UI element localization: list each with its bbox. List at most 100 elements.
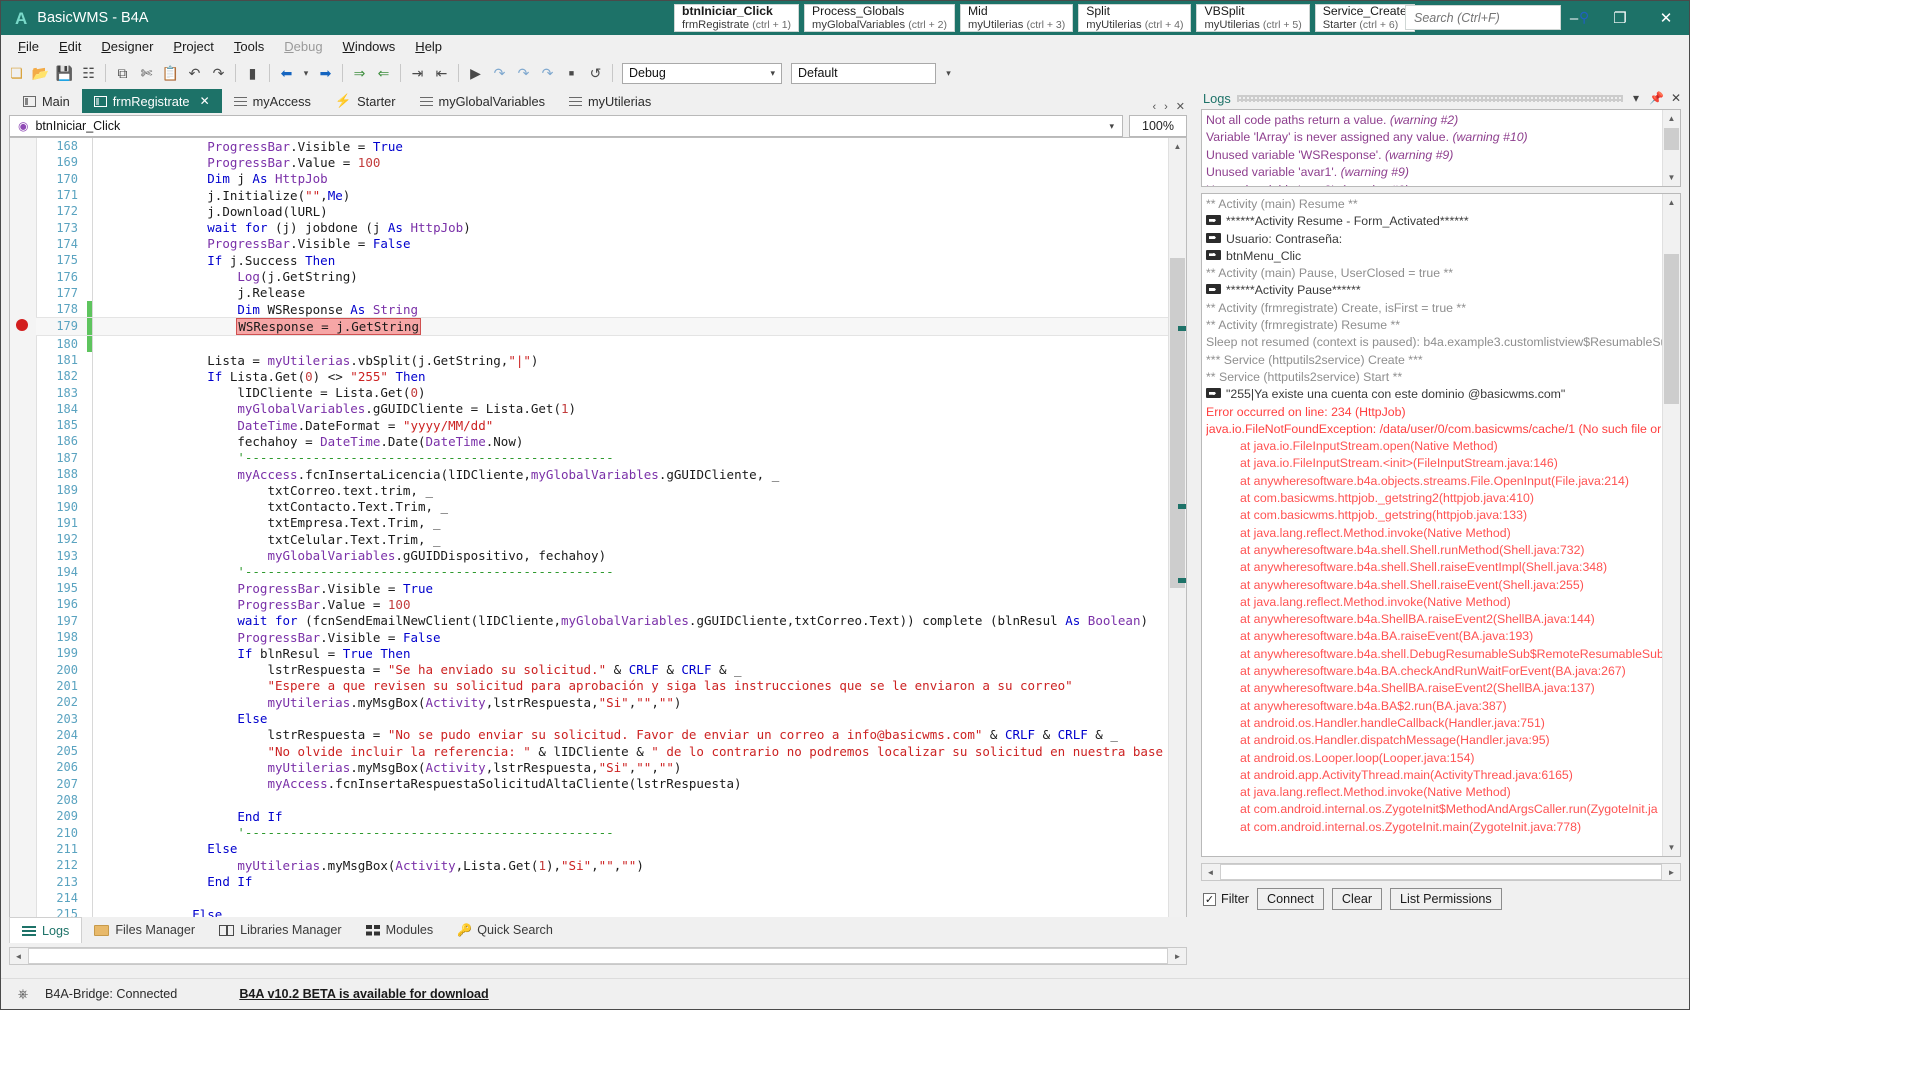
code-line[interactable]: 173wait for (j) jobdone (j As HttpJob) [36, 219, 1168, 235]
code-line[interactable]: 198ProgressBar.Visible = False [36, 629, 1168, 645]
code-line[interactable]: 186fechahoy = DateTime.Date(DateTime.Now… [36, 433, 1168, 449]
menu-project[interactable]: Project [164, 37, 222, 56]
chevron-down-icon[interactable]: ▾ [767, 68, 778, 79]
paste-icon[interactable]: 📋 [159, 62, 182, 85]
new-file-icon[interactable]: ❏ [5, 62, 28, 85]
toolbar-overflow-icon[interactable]: ▾ [937, 62, 960, 85]
code-line[interactable]: 203Else [36, 710, 1168, 726]
log-entry[interactable]: ** Service (httputils2service) Start ** [1206, 369, 1662, 386]
log-entry[interactable]: Sleep not resumed (context is paused): b… [1206, 334, 1662, 351]
code-line[interactable]: 179WSResponse = j.GetString [36, 317, 1168, 335]
log-entry[interactable]: java.io.FileNotFoundException: /data/use… [1206, 421, 1662, 438]
log-entry[interactable]: at android.os.Handler.dispatchMessage(Ha… [1206, 732, 1662, 749]
code-line[interactable]: 172j.Download(lURL) [36, 203, 1168, 219]
log-entry[interactable]: at anywheresoftware.b4a.shell.DebugResum… [1206, 646, 1662, 663]
window-tab-process-globals[interactable]: Process_GlobalsmyGlobalVariables (ctrl +… [804, 4, 955, 32]
code-line[interactable]: 185DateTime.DateFormat = "yyyy/MM/dd" [36, 417, 1168, 433]
log-entry[interactable]: at com.basicwms.httpjob._getstring(httpj… [1206, 507, 1662, 524]
bottom-tab-logs[interactable]: Logs [9, 917, 82, 943]
log-entry[interactable]: at anywheresoftware.b4a.objects.streams.… [1206, 473, 1662, 490]
log-entry[interactable]: Usuario: Contraseña: [1206, 231, 1662, 248]
warning-entry[interactable]: Not all code paths return a value. (warn… [1206, 112, 1662, 129]
window-tab-split[interactable]: SplitmyUtilerias (ctrl + 4) [1078, 4, 1191, 32]
bottom-tab-files-manager[interactable]: Files Manager [82, 917, 207, 943]
log-entry[interactable]: ******Activity Pause****** [1206, 282, 1662, 299]
scroll-left-button[interactable]: ◄ [10, 948, 27, 964]
warnings-box[interactable]: Not all code paths return a value. (warn… [1201, 109, 1681, 187]
scroll-down-button[interactable]: ▼ [1663, 169, 1680, 186]
scroll-down-button[interactable]: ▼ [1663, 839, 1680, 856]
list-permissions-button[interactable]: List Permissions [1390, 888, 1502, 910]
menu-help[interactable]: Help [406, 37, 451, 56]
editor-vertical-scrollbar[interactable]: ▲ ▼ [1168, 138, 1186, 938]
log-entry[interactable]: ** Activity (main) Resume ** [1206, 196, 1662, 213]
close-window-button[interactable]: ✕ [1643, 1, 1689, 35]
chevron-down-icon[interactable]: ▾ [1101, 121, 1122, 132]
file-tab-main[interactable]: Main [11, 89, 82, 113]
warning-entry[interactable]: Variable 'lArray' is never assigned any … [1206, 129, 1662, 146]
code-line[interactable]: 170Dim j As HttpJob [36, 171, 1168, 187]
code-editor[interactable]: 168ProgressBar.Visible = True169Progress… [9, 137, 1187, 939]
warning-entry[interactable]: Unused variable 'WSResponse'. (warning #… [1206, 147, 1662, 164]
code-line[interactable]: 182If Lista.Get(0) <> "255" Then [36, 368, 1168, 384]
uncomment-block-icon[interactable]: ⇤ [430, 62, 453, 85]
file-tab-starter[interactable]: ⚡Starter [323, 89, 408, 113]
code-line[interactable]: 195ProgressBar.Visible = True [36, 580, 1168, 596]
scroll-right-button[interactable]: ► [1169, 948, 1186, 964]
code-line[interactable]: 204lstrRespuesta = "No se pudo enviar su… [36, 727, 1168, 743]
code-line[interactable]: 199If blnResul = True Then [36, 645, 1168, 661]
menu-windows[interactable]: Windows [334, 37, 405, 56]
indent-block-icon[interactable]: ⇒ [348, 62, 371, 85]
log-entry[interactable]: "255|Ya existe una cuenta con este domin… [1206, 386, 1662, 403]
warnings-scroll-thumb[interactable] [1664, 128, 1679, 150]
log-entry[interactable]: ** Activity (main) Pause, UserClosed = t… [1206, 265, 1662, 282]
close-tab-icon[interactable]: ✕ [200, 94, 210, 108]
log-horizontal-scrollbar[interactable]: ◄ ► [1201, 863, 1681, 881]
code-line[interactable]: 210'------------------------------------… [36, 824, 1168, 840]
code-line[interactable]: 213End If [36, 873, 1168, 889]
menu-file[interactable]: File [9, 37, 48, 56]
code-line[interactable]: 183lIDCliente = Lista.Get(0) [36, 384, 1168, 400]
zoom-level[interactable]: 100% [1129, 115, 1187, 137]
file-tab-frmregistrate[interactable]: frmRegistrate✕ [82, 89, 222, 113]
log-entry[interactable]: at com.basicwms.httpjob._getstring2(http… [1206, 490, 1662, 507]
code-line[interactable]: 214 [36, 890, 1168, 906]
save-all-icon[interactable]: ☷ [77, 62, 100, 85]
cut-icon[interactable]: ✄ [135, 62, 158, 85]
log-entry[interactable]: ** Activity (frmregistrate) Resume ** [1206, 317, 1662, 334]
log-entry[interactable]: at android.os.Looper.loop(Looper.java:15… [1206, 750, 1662, 767]
log-entry[interactable]: at java.lang.reflect.Method.invoke(Nativ… [1206, 784, 1662, 801]
update-notice-link[interactable]: B4A v10.2 BETA is available for download [239, 987, 488, 1001]
log-entry[interactable]: at android.os.Handler.handleCallback(Han… [1206, 715, 1662, 732]
stop-icon[interactable]: ■ [560, 62, 583, 85]
log-entry[interactable]: at anywheresoftware.b4a.shell.Shell.rais… [1206, 559, 1662, 576]
code-line[interactable]: 192txtCelular.Text.Trim, _ [36, 531, 1168, 547]
log-scroll-thumb[interactable] [1664, 254, 1679, 404]
log-entry[interactable]: at anywheresoftware.b4a.ShellBA.raiseEve… [1206, 680, 1662, 697]
log-entry[interactable]: ** Activity (frmregistrate) Create, isFi… [1206, 300, 1662, 317]
code-line[interactable]: 193myGlobalVariables.gGUIDDispositivo, f… [36, 547, 1168, 563]
code-line[interactable]: 205"No olvide incluir la referencia: " &… [36, 743, 1168, 759]
save-icon[interactable]: 💾 [53, 62, 76, 85]
tab-scroll-right-icon[interactable]: › [1164, 101, 1168, 113]
close-panel-icon[interactable]: ✕ [1669, 91, 1683, 105]
code-line[interactable]: 177j.Release [36, 285, 1168, 301]
menu-tools[interactable]: Tools [225, 37, 273, 56]
log-entry[interactable]: at java.lang.reflect.Method.invoke(Nativ… [1206, 594, 1662, 611]
window-tab-btniniciar-click[interactable]: btnIniciar_ClickfrmRegistrate (ctrl + 1) [674, 4, 799, 32]
log-entry[interactable]: at java.io.FileInputStream.<init>(FileIn… [1206, 455, 1662, 472]
undo-icon[interactable]: ↶ [183, 62, 206, 85]
bookmark-icon[interactable]: ▮ [241, 62, 264, 85]
log-entry[interactable]: btnMenu_Clic [1206, 248, 1662, 265]
file-tab-myutilerias[interactable]: myUtilerias [557, 89, 663, 113]
navigate-back-icon[interactable]: ⬅ [275, 62, 298, 85]
copy-icon[interactable]: ⧉ [111, 62, 134, 85]
sub-navigator[interactable]: ◉ btnIniciar_Click ▾ [9, 115, 1123, 137]
warnings-scrollbar[interactable]: ▲ ▼ [1662, 110, 1680, 186]
log-entry[interactable]: Error occurred on line: 234 (HttpJob) [1206, 404, 1662, 421]
code-line[interactable]: 196ProgressBar.Value = 100 [36, 596, 1168, 612]
code-line[interactable]: 211Else [36, 841, 1168, 857]
menu-edit[interactable]: Edit [50, 37, 90, 56]
code-line[interactable]: 184myGlobalVariables.gGUIDCliente = List… [36, 401, 1168, 417]
window-tab-service-create[interactable]: Service_CreateStarter (ctrl + 6) [1315, 4, 1415, 32]
